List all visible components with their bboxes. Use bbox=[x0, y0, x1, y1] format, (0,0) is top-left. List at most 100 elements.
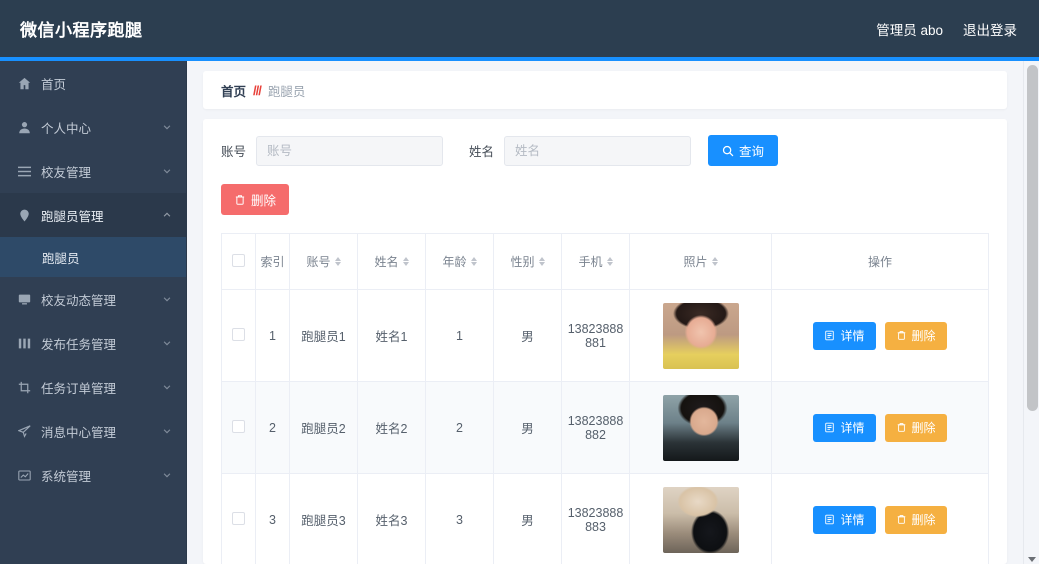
sort-icon[interactable] bbox=[711, 257, 718, 266]
app-title: 微信小程序跑腿 bbox=[20, 21, 143, 40]
chevron-down-icon bbox=[162, 166, 172, 176]
detail-button-label: 详情 bbox=[840, 421, 865, 435]
sidebar-item-alumni-management[interactable]: 校友管理 bbox=[0, 149, 186, 193]
location-pin-icon bbox=[16, 207, 32, 223]
sort-icon[interactable] bbox=[538, 257, 545, 266]
app-header: 微信小程序跑腿 管理员 abo 退出登录 bbox=[0, 0, 1039, 57]
chevron-down-icon bbox=[162, 470, 172, 480]
row-delete-label: 删除 bbox=[911, 421, 936, 435]
trash-icon bbox=[896, 422, 907, 433]
cell-name: 姓名2 bbox=[357, 381, 426, 474]
cell-index: 2 bbox=[255, 381, 290, 474]
cell-index: 3 bbox=[255, 473, 290, 564]
column-header-gender[interactable]: 性别 bbox=[493, 233, 562, 290]
column-header-phone[interactable]: 手机 bbox=[561, 233, 630, 290]
cell-account: 跑腿员3 bbox=[289, 473, 358, 564]
runner-table-container: 索引 账号 姓名 年龄 性别 手机 照片 操作 1 跑腿员1 姓名1 1 男 1… bbox=[221, 233, 989, 564]
main-content: 首页 /// 跑腿员 账号 姓名 查询 删除 bbox=[187, 61, 1023, 564]
sidebar-item-runner-management[interactable]: 跑腿员管理 bbox=[0, 193, 186, 237]
breadcrumb-current[interactable]: 跑腿员 bbox=[268, 81, 306, 100]
row-checkbox[interactable] bbox=[232, 511, 245, 525]
avatar bbox=[662, 486, 739, 553]
sidebar-item-label: 发布任务管理 bbox=[41, 337, 117, 352]
sort-icon[interactable] bbox=[470, 257, 477, 266]
document-icon bbox=[824, 514, 835, 525]
cell-name: 姓名3 bbox=[357, 473, 426, 564]
header-accent-bar bbox=[0, 57, 1039, 61]
row-select-cell bbox=[221, 289, 256, 382]
avatar bbox=[662, 394, 739, 461]
content-panel: 账号 姓名 查询 删除 bbox=[203, 119, 1007, 564]
sidebar-subitem-runner[interactable]: 跑腿员 bbox=[0, 237, 186, 277]
detail-button[interactable]: 详情 bbox=[813, 505, 876, 534]
user-icon bbox=[16, 119, 32, 135]
row-delete-label: 删除 bbox=[911, 329, 936, 343]
row-select-cell bbox=[221, 473, 256, 564]
sidebar-item-label: 消息中心管理 bbox=[41, 425, 117, 440]
home-icon bbox=[16, 75, 32, 91]
column-header-photo[interactable]: 照片 bbox=[629, 233, 772, 290]
sidebar-item-personal-center[interactable]: 个人中心 bbox=[0, 105, 186, 149]
search-icon bbox=[722, 145, 734, 157]
sort-icon[interactable] bbox=[402, 257, 409, 266]
select-all-header bbox=[221, 233, 256, 290]
crop-icon bbox=[16, 379, 32, 395]
column-header-operations: 操作 bbox=[771, 233, 989, 290]
row-delete-button[interactable]: 删除 bbox=[884, 413, 947, 442]
chevron-down-icon bbox=[162, 382, 172, 392]
row-delete-button[interactable]: 删除 bbox=[884, 321, 947, 350]
column-header-age[interactable]: 年龄 bbox=[425, 233, 494, 290]
sidebar-item-message-center-management[interactable]: 消息中心管理 bbox=[0, 409, 186, 453]
scroll-down-arrow-icon[interactable] bbox=[1028, 557, 1036, 562]
chevron-up-icon bbox=[162, 210, 172, 220]
cell-photo bbox=[629, 381, 772, 474]
monitor-icon bbox=[16, 291, 32, 307]
row-delete-label: 删除 bbox=[911, 513, 936, 527]
column-header-account[interactable]: 账号 bbox=[289, 233, 358, 290]
sidebar-item-alumni-feed-management[interactable]: 校友动态管理 bbox=[0, 277, 186, 321]
logout-button[interactable]: 退出登录 bbox=[963, 19, 1017, 39]
table-row[interactable]: 2 跑腿员2 姓名2 2 男 13823888882 详情 删除 bbox=[221, 381, 989, 474]
search-button[interactable]: 查询 bbox=[708, 135, 779, 166]
column-label-phone: 手机 bbox=[578, 255, 603, 269]
cell-age: 3 bbox=[425, 473, 494, 564]
sort-icon[interactable] bbox=[334, 257, 341, 266]
account-input[interactable] bbox=[256, 135, 444, 166]
table-row[interactable]: 3 跑腿员3 姓名3 3 男 13823888883 详情 删除 bbox=[221, 473, 989, 564]
breadcrumb-home[interactable]: 首页 bbox=[221, 81, 246, 100]
sidebar-item-label: 首页 bbox=[41, 77, 67, 92]
breadcrumb-separator-icon: /// bbox=[253, 82, 262, 98]
column-label-operations: 操作 bbox=[867, 255, 892, 269]
chevron-down-icon bbox=[162, 294, 172, 304]
sidebar-item-label: 个人中心 bbox=[41, 121, 92, 136]
detail-button[interactable]: 详情 bbox=[813, 321, 876, 350]
sidebar-item-task-order-management[interactable]: 任务订单管理 bbox=[0, 365, 186, 409]
table-body: 1 跑腿员1 姓名1 1 男 13823888881 详情 删除 2 跑腿员2 … bbox=[221, 289, 989, 564]
bulk-delete-button[interactable]: 删除 bbox=[221, 184, 290, 215]
cell-gender: 男 bbox=[493, 289, 562, 382]
sidebar-item-home[interactable]: 首页 bbox=[0, 61, 186, 105]
cell-phone: 13823888883 bbox=[561, 473, 630, 564]
row-delete-button[interactable]: 删除 bbox=[884, 505, 947, 534]
breadcrumb: 首页 /// 跑腿员 bbox=[203, 71, 1007, 109]
cell-age: 1 bbox=[425, 289, 494, 382]
name-input[interactable] bbox=[504, 135, 692, 166]
row-checkbox[interactable] bbox=[232, 327, 245, 341]
select-all-checkbox[interactable] bbox=[232, 253, 245, 267]
column-header-index[interactable]: 索引 bbox=[255, 233, 290, 290]
sidebar-item-label: 任务订单管理 bbox=[41, 381, 117, 396]
sidebar-item-system-management[interactable]: 系统管理 bbox=[0, 453, 186, 497]
scrollbar-thumb[interactable] bbox=[1027, 65, 1038, 411]
cell-phone: 13823888881 bbox=[561, 289, 630, 382]
admin-label[interactable]: 管理员 abo bbox=[876, 19, 943, 39]
row-checkbox[interactable] bbox=[232, 419, 245, 433]
sidebar-item-label: 校友动态管理 bbox=[41, 293, 117, 308]
cell-age: 2 bbox=[425, 381, 494, 474]
detail-button[interactable]: 详情 bbox=[813, 413, 876, 442]
page-scrollbar[interactable] bbox=[1023, 61, 1039, 564]
sort-icon[interactable] bbox=[606, 257, 613, 266]
column-header-name[interactable]: 姓名 bbox=[357, 233, 426, 290]
sidebar-item-task-publish-management[interactable]: 发布任务管理 bbox=[0, 321, 186, 365]
table-row[interactable]: 1 跑腿员1 姓名1 1 男 13823888881 详情 删除 bbox=[221, 289, 989, 382]
tasks-icon bbox=[16, 335, 32, 351]
